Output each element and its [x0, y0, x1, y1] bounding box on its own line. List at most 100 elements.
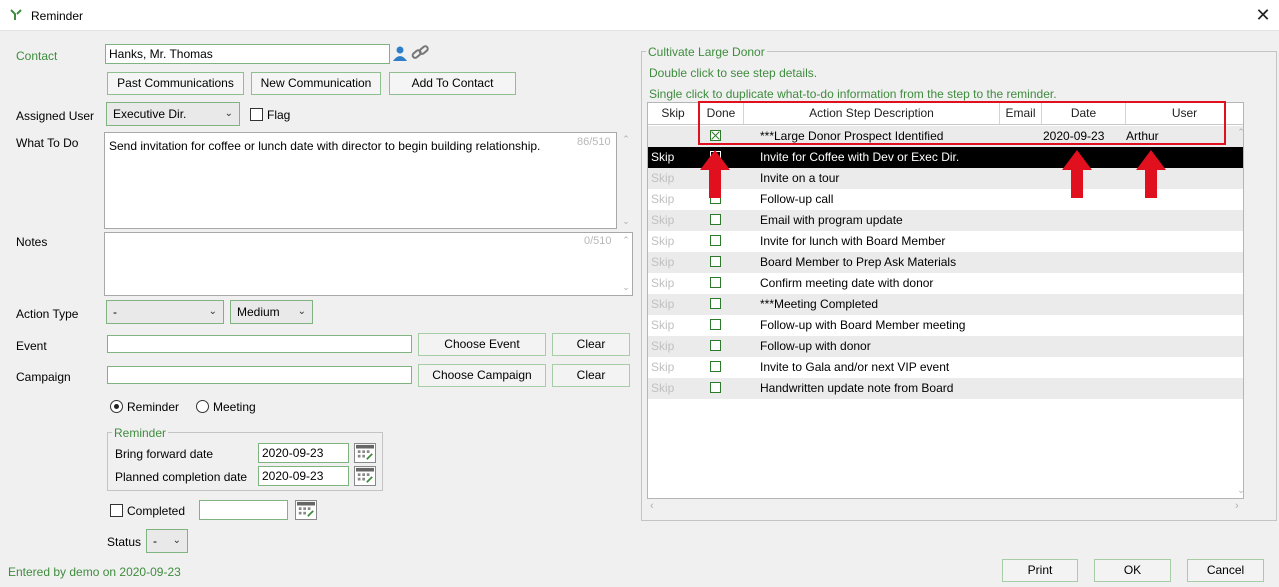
- step-skip[interactable]: Skip: [651, 210, 691, 231]
- assigned-user-value: Executive Dir.: [113, 107, 187, 121]
- step-skip[interactable]: Skip: [651, 273, 691, 294]
- notes-scroll-up-icon[interactable]: ⌃: [621, 235, 631, 246]
- meeting-radio-label: Meeting: [213, 400, 256, 414]
- step-description: Follow-up with Board Member meeting: [760, 318, 966, 332]
- flag-checkbox[interactable]: [250, 108, 263, 121]
- step-skip[interactable]: Skip: [651, 147, 691, 168]
- notes-textarea[interactable]: [104, 232, 633, 296]
- scroll-up-icon[interactable]: ⌃: [621, 134, 631, 145]
- step-skip[interactable]: Skip: [651, 168, 691, 189]
- step-row[interactable]: Skip Confirm meeting date with donor: [648, 273, 1243, 294]
- step-skip[interactable]: Skip: [651, 315, 691, 336]
- step-row[interactable]: Skip Invite for lunch with Board Member: [648, 231, 1243, 252]
- notes-counter: 0/510: [584, 235, 612, 247]
- completed-date-field[interactable]: [199, 500, 288, 520]
- past-communications-button[interactable]: Past Communications: [107, 72, 244, 95]
- step-done-checkbox[interactable]: [710, 235, 721, 246]
- reminder-radio[interactable]: [110, 400, 123, 413]
- annotation-arrow-date: [1062, 150, 1092, 198]
- calendar-icon[interactable]: [354, 466, 376, 486]
- link-icon[interactable]: [410, 44, 430, 62]
- step-row[interactable]: Skip Email with program update: [648, 210, 1243, 231]
- scroll-down-icon[interactable]: ⌄: [621, 216, 631, 227]
- meeting-radio[interactable]: [196, 400, 209, 413]
- planned-completion-label: Planned completion date: [115, 470, 248, 484]
- action-type-select[interactable]: - ⌄: [106, 300, 224, 324]
- campaign-label: Campaign: [16, 370, 71, 384]
- step-done-checkbox[interactable]: [710, 382, 721, 393]
- step-description: Invite on a tour: [760, 171, 840, 185]
- step-row[interactable]: Skip Board Member to Prep Ask Materials: [648, 252, 1243, 273]
- status-value: -: [153, 534, 157, 548]
- step-row[interactable]: Skip Follow-up with Board Member meeting: [648, 315, 1243, 336]
- contact-field[interactable]: Hanks, Mr. Thomas: [105, 44, 390, 64]
- step-done-checkbox[interactable]: [710, 214, 721, 225]
- close-icon[interactable]: ✕: [1252, 4, 1274, 26]
- bring-forward-date-field[interactable]: 2020-09-23: [258, 443, 349, 463]
- step-row[interactable]: Skip Follow-up with donor: [648, 336, 1243, 357]
- cancel-button[interactable]: Cancel: [1187, 559, 1264, 582]
- bring-forward-label: Bring forward date: [115, 447, 214, 461]
- step-skip[interactable]: Skip: [651, 336, 691, 357]
- calendar-icon[interactable]: [295, 500, 317, 520]
- priority-select[interactable]: Medium ⌄: [230, 300, 313, 324]
- step-skip[interactable]: Skip: [651, 252, 691, 273]
- what-to-do-text: Send invitation for coffee or lunch date…: [109, 139, 541, 153]
- person-icon[interactable]: [392, 45, 408, 61]
- step-description: Board Member to Prep Ask Materials: [760, 255, 957, 269]
- step-description: ***Meeting Completed: [760, 297, 879, 311]
- steps-hint-single-click: Single click to duplicate what-to-do inf…: [649, 87, 1057, 101]
- chevron-down-icon: ⌄: [224, 108, 233, 119]
- step-done-checkbox[interactable]: [710, 340, 721, 351]
- add-to-contact-button[interactable]: Add To Contact: [389, 72, 516, 95]
- reminder-group-title: Reminder: [112, 426, 169, 440]
- steps-group-title: Cultivate Large Donor: [646, 45, 767, 59]
- grid-scroll-right-icon[interactable]: ›: [1235, 500, 1239, 512]
- ok-button[interactable]: OK: [1094, 559, 1171, 582]
- step-done-checkbox[interactable]: [710, 361, 721, 372]
- col-skip-header[interactable]: Skip: [648, 103, 699, 124]
- choose-campaign-button[interactable]: Choose Campaign: [418, 364, 546, 387]
- annotation-highlight-box: [698, 101, 1226, 145]
- assigned-user-select[interactable]: Executive Dir. ⌄: [106, 102, 240, 126]
- step-done-checkbox[interactable]: [710, 319, 721, 330]
- app-icon: [10, 9, 22, 20]
- step-done-checkbox[interactable]: [710, 277, 721, 288]
- step-done-checkbox[interactable]: [710, 298, 721, 309]
- what-to-do-textarea[interactable]: Send invitation for coffee or lunch date…: [104, 132, 617, 229]
- event-field[interactable]: [107, 335, 412, 353]
- step-description: Confirm meeting date with donor: [760, 276, 934, 290]
- print-button[interactable]: Print: [1002, 559, 1078, 582]
- step-row[interactable]: Skip ***Meeting Completed: [648, 294, 1243, 315]
- step-skip[interactable]: Skip: [651, 231, 691, 252]
- step-skip[interactable]: Skip: [651, 294, 691, 315]
- campaign-field[interactable]: [107, 366, 412, 384]
- choose-event-button[interactable]: Choose Event: [418, 333, 546, 356]
- step-description: Invite for lunch with Board Member: [760, 234, 946, 248]
- notes-scroll-down-icon[interactable]: ⌄: [621, 282, 631, 293]
- grid-scroll-left-icon[interactable]: ‹: [650, 500, 654, 512]
- step-done-checkbox[interactable]: [710, 256, 721, 267]
- step-row[interactable]: Skip Invite to Gala and/or next VIP event: [648, 357, 1243, 378]
- step-skip[interactable]: Skip: [651, 357, 691, 378]
- flag-label: Flag: [267, 108, 291, 122]
- event-clear-button[interactable]: Clear: [552, 333, 630, 356]
- step-row[interactable]: Skip Handwritten update note from Board: [648, 378, 1243, 399]
- action-type-value: -: [113, 305, 117, 319]
- annotation-arrow-done: [700, 150, 730, 198]
- annotation-arrow-user: [1136, 150, 1166, 198]
- reminder-radio-label: Reminder: [127, 400, 180, 414]
- assigned-user-label: Assigned User: [16, 109, 95, 123]
- status-select[interactable]: - ⌄: [146, 529, 188, 553]
- grid-scroll-down-icon[interactable]: ⌄: [1236, 485, 1246, 496]
- step-skip[interactable]: [651, 126, 691, 147]
- step-skip[interactable]: Skip: [651, 378, 691, 399]
- step-description: Invite to Gala and/or next VIP event: [760, 360, 950, 374]
- calendar-icon[interactable]: [354, 443, 376, 463]
- grid-scroll-up-icon[interactable]: ⌃: [1236, 127, 1246, 138]
- step-skip[interactable]: Skip: [651, 189, 691, 210]
- campaign-clear-button[interactable]: Clear: [552, 364, 630, 387]
- planned-completion-date-field[interactable]: 2020-09-23: [258, 466, 349, 486]
- new-communication-button[interactable]: New Communication: [251, 72, 381, 95]
- completed-checkbox[interactable]: [110, 504, 123, 517]
